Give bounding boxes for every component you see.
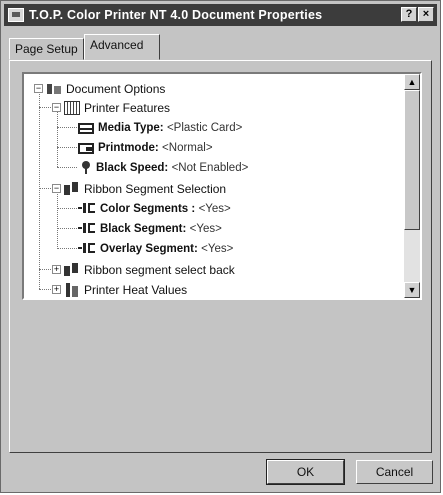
- heat-icon: [64, 283, 80, 297]
- tree-node-ribbon-select-back[interactable]: Ribbon segment select back: [64, 261, 235, 279]
- setting-label: Black Speed:: [96, 162, 169, 174]
- ribbon-icon: [64, 263, 80, 277]
- tree-connector: [39, 91, 41, 289]
- black-speed-icon: [80, 161, 92, 175]
- setting-label: Color Segments :: [100, 203, 196, 215]
- tree-node-label: Document Options: [66, 82, 166, 96]
- setting-value: <Yes>: [198, 203, 231, 215]
- cancel-button[interactable]: Cancel: [356, 460, 433, 484]
- tree-node-printmode[interactable]: Printmode: <Normal>: [78, 139, 213, 157]
- document-options-icon: [46, 82, 62, 96]
- help-button[interactable]: ?: [401, 7, 417, 22]
- expander-printer-features[interactable]: −: [52, 103, 61, 112]
- setting-value: <Yes>: [189, 223, 222, 235]
- tree-connector: [39, 188, 51, 190]
- segment-icon: [78, 202, 96, 216]
- tree-connector: [39, 269, 51, 271]
- tree-node-label: Printer Features: [84, 101, 171, 115]
- tree-connector: [57, 248, 77, 250]
- scroll-up-icon[interactable]: ▲: [404, 74, 420, 90]
- window-title: T.O.P. Color Printer NT 4.0 Document Pro…: [29, 8, 323, 22]
- tree-connector: [57, 228, 77, 230]
- tree-node-label: Ribbon segment select back: [84, 263, 235, 277]
- tree-connector: [57, 110, 59, 167]
- tree-node-media-type[interactable]: Media Type: <Plastic Card>: [78, 119, 242, 137]
- tree-connector: [57, 167, 77, 169]
- setting-label: Media Type:: [98, 122, 164, 134]
- tree-node-document-options[interactable]: Document Options: [46, 80, 165, 98]
- scroll-thumb[interactable]: [404, 90, 420, 230]
- tree-node-overlay-segment[interactable]: Overlay Segment: <Yes>: [78, 240, 233, 258]
- tree-viewport: − Document Options − Printer Features Me…: [24, 74, 405, 298]
- scroll-down-icon[interactable]: ▼: [404, 282, 420, 298]
- printer-features-icon: [64, 101, 80, 115]
- ok-button[interactable]: OK: [266, 459, 345, 485]
- setting-value: <Yes>: [201, 243, 234, 255]
- tree-node-color-segments[interactable]: Color Segments : <Yes>: [78, 200, 231, 218]
- tree-connector: [57, 127, 77, 129]
- document-options-tree[interactable]: − Document Options − Printer Features Me…: [22, 72, 422, 300]
- setting-label: Printmode:: [98, 142, 159, 154]
- tree-node-black-segment[interactable]: Black Segment: <Yes>: [78, 220, 222, 238]
- setting-label: Black Segment:: [100, 223, 187, 235]
- tab-page-setup[interactable]: Page Setup: [9, 38, 84, 60]
- tab-advanced[interactable]: Advanced: [84, 34, 160, 60]
- ribbon-icon: [64, 182, 80, 196]
- expander-ribbon-segment-selection[interactable]: −: [52, 184, 61, 193]
- tree-node-label: Ribbon Segment Selection: [84, 182, 227, 196]
- printmode-icon: [78, 142, 94, 154]
- expander-printer-heat-values[interactable]: +: [52, 285, 61, 294]
- tree-node-label: Printer Heat Values: [84, 283, 188, 297]
- setting-value: <Normal>: [162, 142, 213, 154]
- tree-node-printer-features[interactable]: Printer Features: [64, 99, 170, 117]
- segment-icon: [78, 242, 96, 256]
- expander-document-options[interactable]: −: [34, 84, 43, 93]
- segment-icon: [78, 222, 96, 236]
- tree-node-black-speed[interactable]: Black Speed: <Not Enabled>: [80, 159, 248, 177]
- tree-connector: [39, 289, 51, 291]
- title-bar[interactable]: T.O.P. Color Printer NT 4.0 Document Pro…: [4, 4, 437, 26]
- setting-value: <Plastic Card>: [166, 122, 243, 134]
- tree-node-printer-heat-values[interactable]: Printer Heat Values: [64, 281, 187, 298]
- tree-connector: [57, 191, 59, 249]
- printer-app-icon: [8, 8, 24, 22]
- setting-label: Overlay Segment:: [100, 243, 198, 255]
- tree-node-ribbon-segment-selection[interactable]: Ribbon Segment Selection: [64, 180, 226, 198]
- media-type-icon: [78, 122, 94, 134]
- expander-ribbon-select-back[interactable]: +: [52, 265, 61, 274]
- tree-connector: [39, 107, 51, 109]
- tree-vertical-scrollbar[interactable]: ▲ ▼: [404, 74, 420, 298]
- tree-connector: [57, 208, 77, 210]
- close-button[interactable]: ×: [418, 7, 434, 22]
- setting-value: <Not Enabled>: [171, 162, 249, 174]
- tree-connector: [57, 147, 77, 149]
